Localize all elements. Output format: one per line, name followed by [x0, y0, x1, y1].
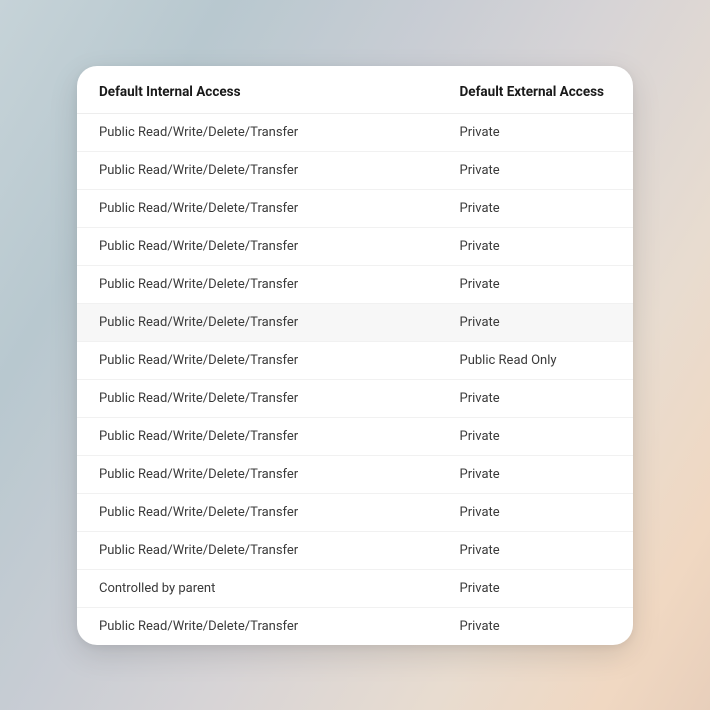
cell-internal-access: Public Read/Write/Delete/Transfer — [77, 265, 450, 303]
table-row[interactable]: Public Read/Write/Delete/TransferPrivate — [77, 265, 633, 303]
cell-external-access: Private — [450, 265, 633, 303]
cell-internal-access: Public Read/Write/Delete/Transfer — [77, 151, 450, 189]
access-settings-card: Default Internal Access Default External… — [77, 66, 633, 645]
access-table: Default Internal Access Default External… — [77, 70, 633, 645]
cell-internal-access: Public Read/Write/Delete/Transfer — [77, 341, 450, 379]
cell-external-access: Private — [450, 493, 633, 531]
cell-external-access: Private — [450, 379, 633, 417]
table-body: Public Read/Write/Delete/TransferPrivate… — [77, 113, 633, 645]
cell-internal-access: Public Read/Write/Delete/Transfer — [77, 379, 450, 417]
cell-external-access: Public Read Only — [450, 341, 633, 379]
column-header-external[interactable]: Default External Access — [450, 70, 633, 114]
cell-external-access: Private — [450, 189, 633, 227]
table-row[interactable]: Public Read/Write/Delete/TransferPrivate — [77, 189, 633, 227]
cell-external-access: Private — [450, 151, 633, 189]
table-row[interactable]: Public Read/Write/Delete/TransferPrivate — [77, 227, 633, 265]
cell-internal-access: Public Read/Write/Delete/Transfer — [77, 493, 450, 531]
table-row[interactable]: Public Read/Write/Delete/TransferPrivate — [77, 417, 633, 455]
table-row[interactable]: Controlled by parentPrivate — [77, 569, 633, 607]
table-row[interactable]: Public Read/Write/Delete/TransferPrivate — [77, 531, 633, 569]
cell-internal-access: Public Read/Write/Delete/Transfer — [77, 113, 450, 151]
cell-external-access: Private — [450, 227, 633, 265]
cell-internal-access: Controlled by parent — [77, 569, 450, 607]
table-row[interactable]: Public Read/Write/Delete/TransferPrivate — [77, 113, 633, 151]
cell-external-access: Private — [450, 607, 633, 645]
cell-internal-access: Public Read/Write/Delete/Transfer — [77, 227, 450, 265]
cell-external-access: Private — [450, 113, 633, 151]
cell-internal-access: Public Read/Write/Delete/Transfer — [77, 531, 450, 569]
cell-external-access: Private — [450, 303, 633, 341]
table-header-row: Default Internal Access Default External… — [77, 70, 633, 114]
cell-internal-access: Public Read/Write/Delete/Transfer — [77, 189, 450, 227]
table-row[interactable]: Public Read/Write/Delete/TransferPrivate — [77, 151, 633, 189]
table-row[interactable]: Public Read/Write/Delete/TransferPrivate — [77, 303, 633, 341]
cell-external-access: Private — [450, 569, 633, 607]
table-row[interactable]: Public Read/Write/Delete/TransferPrivate — [77, 455, 633, 493]
table-row[interactable]: Public Read/Write/Delete/TransferPrivate — [77, 379, 633, 417]
table-row[interactable]: Public Read/Write/Delete/TransferPrivate — [77, 607, 633, 645]
column-header-internal[interactable]: Default Internal Access — [77, 70, 450, 114]
cell-external-access: Private — [450, 531, 633, 569]
table-row[interactable]: Public Read/Write/Delete/TransferPrivate — [77, 493, 633, 531]
cell-internal-access: Public Read/Write/Delete/Transfer — [77, 455, 450, 493]
cell-internal-access: Public Read/Write/Delete/Transfer — [77, 303, 450, 341]
cell-external-access: Private — [450, 417, 633, 455]
cell-external-access: Private — [450, 455, 633, 493]
cell-internal-access: Public Read/Write/Delete/Transfer — [77, 607, 450, 645]
table-row[interactable]: Public Read/Write/Delete/TransferPublic … — [77, 341, 633, 379]
cell-internal-access: Public Read/Write/Delete/Transfer — [77, 417, 450, 455]
